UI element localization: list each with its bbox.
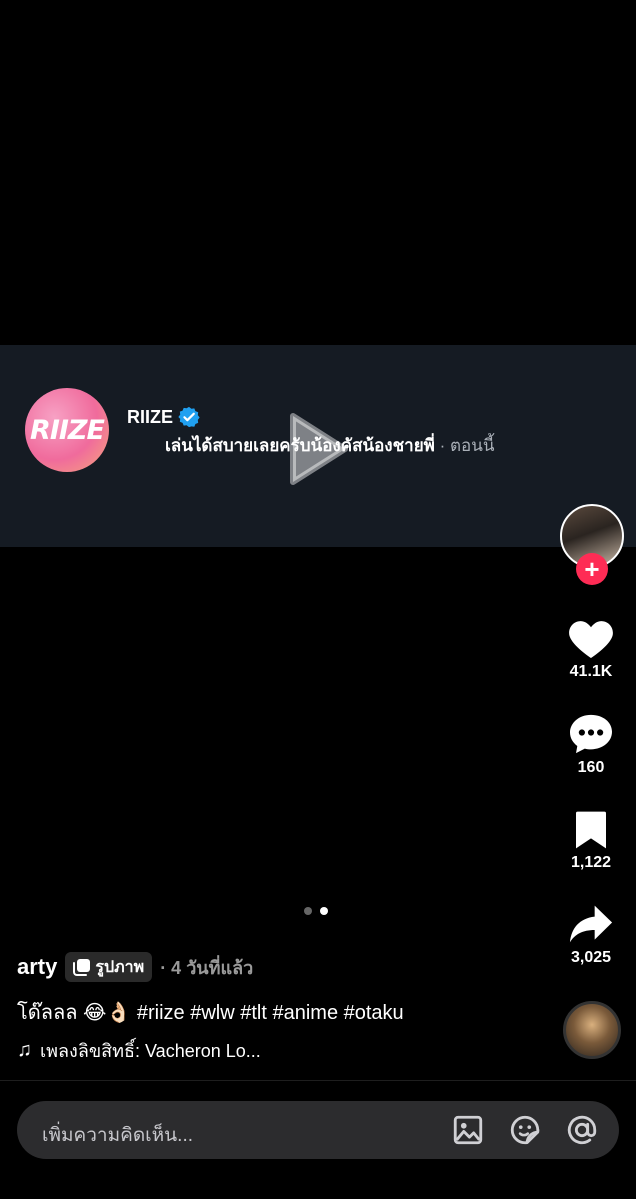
follow-button[interactable]: + <box>576 553 608 585</box>
carousel-dot[interactable] <box>304 907 312 915</box>
sticker-icon[interactable] <box>508 1113 542 1147</box>
play-icon[interactable] <box>287 410 351 488</box>
save-button[interactable]: 1,122 <box>551 810 631 872</box>
riize-avatar: RIIZE <box>25 388 109 472</box>
heart-icon <box>569 621 613 659</box>
music-title: เพลงลิขสิทธิ์: Vacheron Lo... <box>40 1041 261 1061</box>
photo-badge: รูปภาพ <box>65 952 153 982</box>
post-meta: arty รูปภาพ · 4 วันที่แล้ว <box>17 952 253 982</box>
brand-name: RIIZE <box>127 406 174 427</box>
photo-icon <box>73 959 91 976</box>
music-note-icon: ♫ <box>17 1039 32 1061</box>
carousel-dot-active[interactable] <box>320 907 328 915</box>
divider <box>0 1080 636 1081</box>
share-icon <box>569 905 613 943</box>
comment-button[interactable]: 160 <box>551 713 631 777</box>
music-link[interactable]: ♫ เพลงลิขสิทธิ์: Vacheron Lo... <box>17 1036 261 1065</box>
username[interactable]: arty <box>17 954 57 980</box>
save-count: 1,122 <box>570 854 612 871</box>
photo-badge-label: รูปภาพ <box>95 958 145 976</box>
like-button[interactable]: 41.1K <box>551 617 631 681</box>
share-button[interactable]: 3,025 <box>551 903 631 967</box>
comment-placeholder: เพิ่มความคิดเห็น... <box>42 1125 194 1146</box>
post-caption[interactable]: โด๊ลลล 😂👌🏻 #riize #wlw #tlt #anime #otak… <box>17 996 404 1028</box>
post-time: · 4 วันที่แล้ว <box>160 957 254 978</box>
bookmark-icon <box>576 811 606 849</box>
comment-input[interactable]: เพิ่มความคิดเห็น... <box>17 1101 619 1159</box>
carousel-indicator <box>304 907 328 915</box>
comment-icon <box>570 714 612 754</box>
image-icon[interactable] <box>451 1113 485 1147</box>
brand-name-row: RIIZE <box>127 406 200 428</box>
verified-icon <box>178 406 200 428</box>
comment-count: 160 <box>577 759 605 776</box>
mention-icon[interactable] <box>565 1113 599 1147</box>
avatar-logo-text: RIIZE <box>30 414 105 446</box>
brand-comment-time: · ตอนนี้ <box>439 436 495 455</box>
like-count: 41.1K <box>569 663 613 680</box>
share-count: 3,025 <box>570 949 612 966</box>
music-disc[interactable] <box>563 1001 621 1059</box>
